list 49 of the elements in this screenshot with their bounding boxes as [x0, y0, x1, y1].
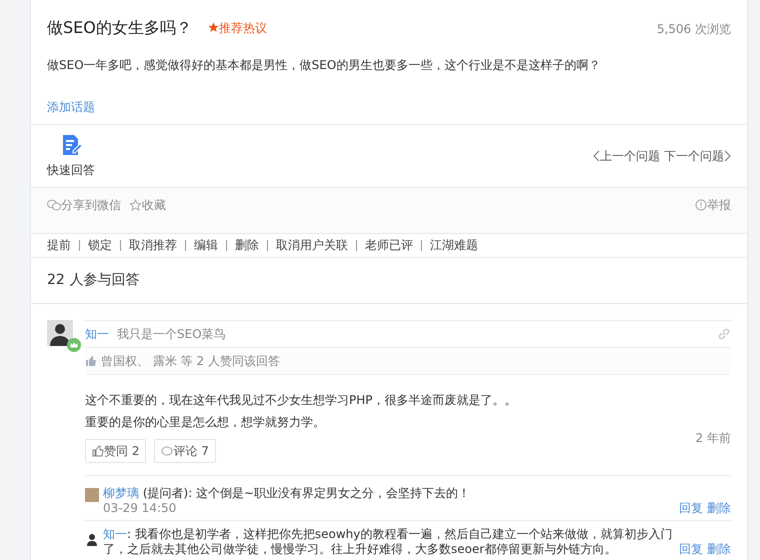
- admin-link[interactable]: 取消推荐: [120, 240, 185, 251]
- agree-users: 曾国权、 露米 等 2 人赞同该回答: [101, 353, 280, 370]
- comment-button[interactable]: 评论 7: [154, 439, 216, 463]
- next-question-link[interactable]: 下一个问题: [664, 147, 731, 165]
- thumbs-up-outline-icon: [92, 445, 104, 457]
- question-description: 做SEO一年多吧，感觉做得好的基本都是男性，做SEO的男生也要多一些，这个行业是不是这样子的啊？: [47, 57, 602, 74]
- star-icon: [208, 22, 219, 33]
- admin-link[interactable]: 江湖难题: [421, 240, 486, 251]
- hot-label: 推荐热议: [218, 20, 267, 36]
- admin-link[interactable]: 提前: [47, 240, 79, 251]
- comment-action-link[interactable]: 删除: [707, 501, 731, 516]
- quick-answer-button[interactable]: 快速回答: [47, 133, 95, 179]
- star-outline-icon: [129, 198, 142, 212]
- comment-text: 知一: 我看你也是初学者，这样把你先把seowhy的教程看一遍，然后自己建立一个站来做做，就算初步入门了，之后就去其他公司做学徒，慢慢学习。往上升好难得，大多数seoer都停留更新与外链方向。: [103, 527, 674, 557]
- add-topic-link[interactable]: 添加话题: [47, 98, 95, 116]
- link-icon: [717, 327, 731, 341]
- commenter-link[interactable]: 柳梦璃: [103, 486, 139, 500]
- commenter-link[interactable]: 知一: [103, 527, 127, 541]
- chevron-left-icon: [593, 150, 600, 162]
- chat-bubbles-icon: [47, 199, 61, 211]
- question-title: 做SEO的女生多吗？: [47, 17, 192, 39]
- comment-text: 柳梦璃 (提问者): 这个倒是~职业没有界定男女之分，会坚持下去的！: [103, 486, 472, 501]
- crown-badge-icon: [67, 338, 81, 352]
- comment-action-link[interactable]: 删除: [707, 542, 731, 557]
- author-signature: 我只是一个SEO菜鸟: [117, 326, 226, 343]
- admin-link[interactable]: 锁定: [79, 240, 120, 251]
- speech-bubble-icon: [161, 445, 174, 457]
- admin-link[interactable]: 取消用户关联: [267, 240, 356, 251]
- admin-link[interactable]: 编辑: [185, 240, 226, 251]
- admin-link[interactable]: 删除: [226, 240, 267, 251]
- view-count: 5,506 次浏览: [656, 21, 731, 38]
- admin-link[interactable]: 老师已评: [356, 240, 421, 251]
- user-avatar: [47, 320, 73, 346]
- comment-action-link[interactable]: 回复: [679, 501, 703, 516]
- comment-action-link[interactable]: 回复: [679, 542, 703, 557]
- thumbs-up-icon: [85, 355, 97, 367]
- favorite-link[interactable]: 收藏: [129, 196, 166, 214]
- author-link[interactable]: 知一: [85, 325, 109, 343]
- answer-paragraph: 重要的是你的心里是怎么想，想学就努力学。: [85, 414, 326, 431]
- info-circle-icon: [695, 199, 707, 211]
- chevron-right-icon: [724, 150, 731, 162]
- answer-paragraph: 这个不重要的，现在这年代我见过不少女生想学习PHP，很多半途而废就是了。。: [85, 392, 518, 409]
- comment-time: 03-29 14:50: [103, 501, 178, 516]
- agree-button[interactable]: 赞同 2: [85, 439, 146, 463]
- person-silhouette-icon: [85, 532, 99, 546]
- answer-time: 2 年前: [696, 430, 731, 447]
- commenter-avatar: [85, 488, 99, 502]
- prev-question-link[interactable]: 上一个问题: [593, 147, 660, 165]
- answers-count: 22 人参与回答: [31, 257, 747, 303]
